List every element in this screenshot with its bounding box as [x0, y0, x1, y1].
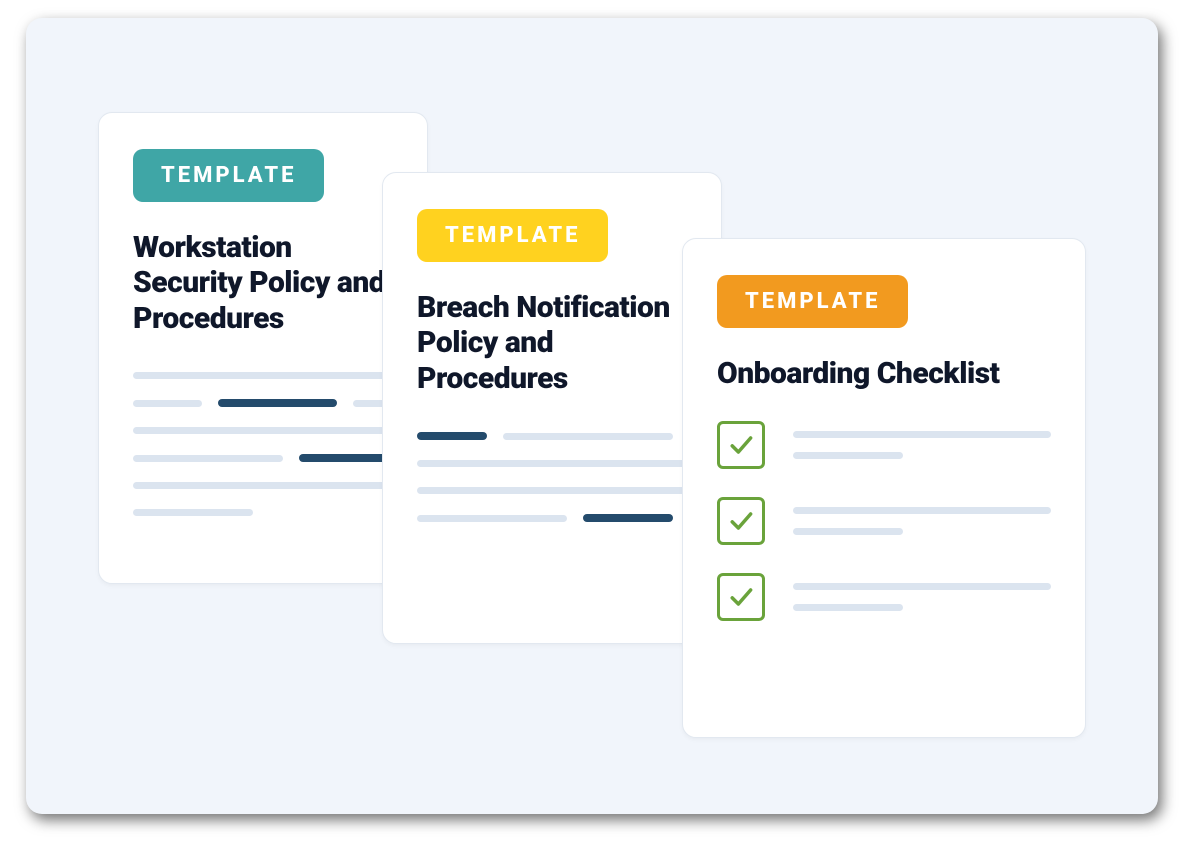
template-badge: TEMPLATE: [417, 209, 608, 262]
checklist: [717, 421, 1051, 621]
template-gallery-panel: TEMPLATE Workstation Security Policy and…: [26, 18, 1158, 814]
template-card-workstation-security[interactable]: TEMPLATE Workstation Security Policy and…: [98, 112, 428, 584]
checklist-item-text-placeholder: [793, 431, 1051, 459]
template-body-placeholder: [133, 372, 393, 516]
checklist-item-text-placeholder: [793, 583, 1051, 611]
template-badge: TEMPLATE: [133, 149, 324, 202]
template-title: Onboarding Checklist: [717, 356, 1051, 391]
template-badge: TEMPLATE: [717, 275, 908, 328]
template-title: Breach Notification Policy and Procedure…: [417, 290, 687, 396]
checklist-item: [717, 421, 1051, 469]
checkbox-checked-icon: [717, 421, 765, 469]
template-body-placeholder: [417, 432, 687, 522]
checklist-item: [717, 573, 1051, 621]
checkbox-checked-icon: [717, 573, 765, 621]
checklist-item-text-placeholder: [793, 507, 1051, 535]
template-card-onboarding-checklist[interactable]: TEMPLATE Onboarding Checklist: [682, 238, 1086, 738]
template-title: Workstation Security Policy and Procedur…: [133, 230, 393, 336]
checkbox-checked-icon: [717, 497, 765, 545]
checklist-item: [717, 497, 1051, 545]
template-card-breach-notification[interactable]: TEMPLATE Breach Notification Policy and …: [382, 172, 722, 644]
